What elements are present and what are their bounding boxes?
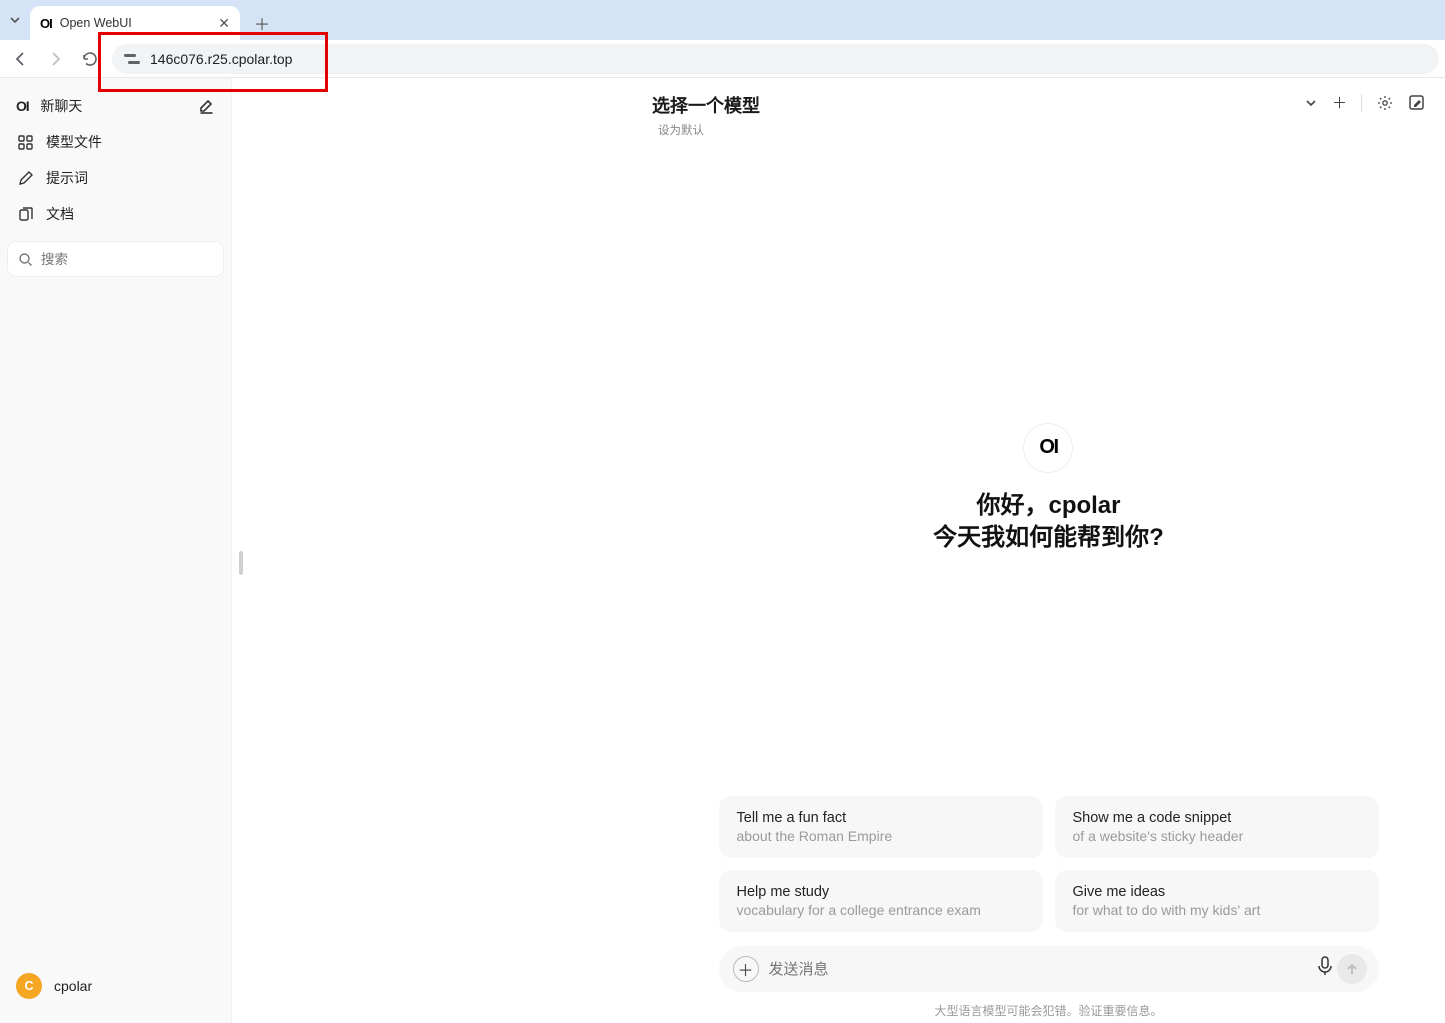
message-composer[interactable]: ＋: [719, 946, 1379, 992]
new-chat-button[interactable]: OI 新聊天: [0, 88, 231, 124]
reload-button[interactable]: [74, 44, 104, 74]
send-button[interactable]: [1337, 954, 1367, 984]
browser-tab[interactable]: OI Open WebUI ✕: [30, 6, 240, 40]
tab-favicon-icon: OI: [40, 16, 52, 31]
disclaimer-text: 大型语言模型可能会犯错。验证重要信息。: [652, 1002, 1445, 1023]
grid-icon: [16, 135, 34, 150]
new-chat-label: 新聊天: [40, 96, 82, 116]
browser-tab-bar: OI Open WebUI ✕ ＋: [0, 0, 1445, 40]
suggestion-card[interactable]: Give me ideas for what to do with my kid…: [1055, 870, 1379, 932]
suggestion-subtitle: about the Roman Empire: [737, 828, 1025, 844]
sidebar-item-modelfiles[interactable]: 模型文件: [0, 124, 231, 160]
add-button[interactable]: ＋: [1332, 92, 1347, 113]
sidebar-item-label: 提示词: [46, 168, 88, 188]
suggestion-card[interactable]: Tell me a fun fact about the Roman Empir…: [719, 796, 1043, 858]
reload-icon: [81, 50, 98, 67]
arrow-up-icon: [1345, 962, 1359, 976]
suggestion-title: Show me a code snippet: [1073, 810, 1361, 826]
url-text: 146c076.r25.cpolar.top: [150, 51, 292, 67]
tab-title: Open WebUI: [60, 16, 211, 30]
forward-button[interactable]: [40, 44, 70, 74]
avatar: C: [16, 973, 42, 999]
search-icon: [18, 252, 33, 267]
address-bar: 146c076.r25.cpolar.top: [0, 40, 1445, 78]
site-settings-icon[interactable]: [124, 52, 140, 66]
main-area: 选择一个模型 设为默认 ＋ OI 你好，cpolar 今天我如何能帮到你?: [232, 78, 1445, 1023]
model-selector[interactable]: 选择一个模型 设为默认: [652, 92, 760, 138]
greeting-line-2: 今天我如何能帮到你?: [933, 522, 1164, 554]
sidebar-item-label: 文档: [46, 204, 74, 224]
model-title: 选择一个模型: [652, 92, 760, 118]
compose-icon[interactable]: [1408, 94, 1425, 111]
chevron-down-icon: [9, 14, 21, 26]
set-default-link[interactable]: 设为默认: [658, 122, 760, 138]
search-box[interactable]: [8, 242, 223, 276]
logo-icon: OI: [1024, 424, 1072, 472]
sidebar-item-label: 模型文件: [46, 132, 102, 152]
suggestion-subtitle: of a website's sticky header: [1073, 828, 1361, 844]
sidebar: OI 新聊天 模型文件 提示词: [0, 78, 232, 1023]
greeting: OI 你好，cpolar 今天我如何能帮到你?: [933, 424, 1164, 555]
suggestion-subtitle: for what to do with my kids' art: [1073, 902, 1361, 918]
suggestion-grid: Tell me a fun fact about the Roman Empir…: [719, 796, 1379, 932]
close-icon[interactable]: ✕: [218, 15, 230, 32]
divider: [1361, 94, 1362, 112]
arrow-left-icon: [12, 50, 30, 68]
attach-button[interactable]: ＋: [733, 956, 759, 982]
top-bar: 选择一个模型 设为默认 ＋: [232, 78, 1445, 142]
edit-icon[interactable]: [198, 98, 215, 115]
suggestion-card[interactable]: Help me study vocabulary for a college e…: [719, 870, 1043, 932]
suggestion-title: Give me ideas: [1073, 884, 1361, 900]
mic-button[interactable]: [1317, 956, 1333, 976]
pencil-icon: [16, 171, 34, 186]
sidebar-item-documents[interactable]: 文档: [0, 196, 231, 232]
settings-icon[interactable]: [1376, 94, 1394, 112]
sidebar-item-prompts[interactable]: 提示词: [0, 160, 231, 196]
user-name: cpolar: [54, 978, 92, 994]
suggestion-subtitle: vocabulary for a college entrance exam: [737, 902, 1025, 918]
documents-icon: [16, 207, 34, 222]
logo-icon: OI: [16, 98, 28, 114]
message-input[interactable]: [769, 961, 1323, 978]
greeting-line-1: 你好，cpolar: [933, 490, 1164, 522]
suggestion-card[interactable]: Show me a code snippet of a website's st…: [1055, 796, 1379, 858]
back-button[interactable]: [6, 44, 36, 74]
chevron-down-icon[interactable]: [1304, 96, 1318, 110]
new-tab-button[interactable]: ＋: [248, 9, 276, 37]
tabs-dropdown[interactable]: [0, 0, 30, 40]
search-input[interactable]: [41, 252, 213, 267]
url-field[interactable]: 146c076.r25.cpolar.top: [112, 44, 1439, 74]
suggestion-title: Tell me a fun fact: [737, 810, 1025, 826]
arrow-right-icon: [46, 50, 64, 68]
suggestion-title: Help me study: [737, 884, 1025, 900]
user-menu[interactable]: C cpolar: [0, 959, 231, 1013]
